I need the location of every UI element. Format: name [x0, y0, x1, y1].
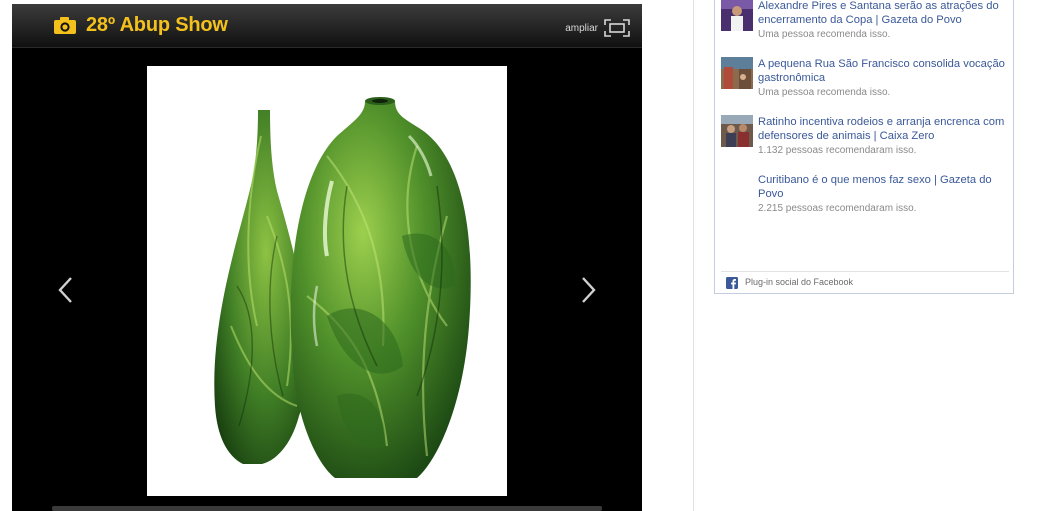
story-link[interactable]: A pequena Rua São Francisco consolida vo…: [758, 57, 1010, 85]
gallery-header: 28º Abup Show ampliar: [12, 4, 642, 48]
story-thumbnail[interactable]: [721, 115, 753, 147]
recommendation-count: 1.132 pessoas recomendaram isso.: [758, 145, 917, 156]
gallery-title: 28º Abup Show: [86, 14, 228, 36]
plugin-footer-label[interactable]: Plug-in social do Facebook: [745, 277, 853, 287]
expand-icon: [604, 19, 630, 37]
photo-gallery: 28º Abup Show ampliar: [12, 4, 642, 511]
facebook-recommendations: Alexandre Pires e Santana serão as atraç…: [714, 0, 1014, 294]
chevron-left-icon[interactable]: [56, 275, 76, 305]
recommendation-count: Uma pessoa recomenda isso.: [758, 29, 891, 40]
list-item: Curitibano é o que menos faz sexo | Gaze…: [721, 173, 1009, 223]
story-link[interactable]: Curitibano é o que menos faz sexo | Gaze…: [758, 173, 1010, 201]
recommendation-count: 2.215 pessoas recomendaram isso.: [758, 203, 917, 214]
page: 28º Abup Show ampliar Alexandre Pires e …: [0, 0, 1038, 511]
story-link[interactable]: Alexandre Pires e Santana serão as atraç…: [758, 0, 1010, 27]
story-link[interactable]: Ratinho incentiva rodeios e arranja encr…: [758, 115, 1010, 143]
plugin-footer: Plug-in social do Facebook: [721, 271, 1009, 293]
list-item: A pequena Rua São Francisco consolida vo…: [721, 57, 1009, 107]
recommendation-count: Uma pessoa recomenda isso.: [758, 87, 891, 98]
expand-button[interactable]: ampliar: [565, 18, 630, 38]
camera-icon: [54, 17, 76, 34]
list-item: Ratinho incentiva rodeios e arranja encr…: [721, 115, 1009, 165]
chevron-right-icon[interactable]: [578, 275, 598, 305]
story-thumbnail[interactable]: [721, 57, 753, 89]
facebook-icon: [726, 277, 738, 289]
column-divider: [693, 0, 694, 511]
gallery-scrollbar[interactable]: [52, 506, 602, 511]
story-thumbnail[interactable]: [721, 0, 753, 31]
expand-label: ampliar: [565, 22, 598, 34]
list-item: Alexandre Pires e Santana serão as atraç…: [721, 0, 1009, 49]
gallery-photo: [147, 66, 507, 496]
gallery-stage: [12, 49, 642, 511]
